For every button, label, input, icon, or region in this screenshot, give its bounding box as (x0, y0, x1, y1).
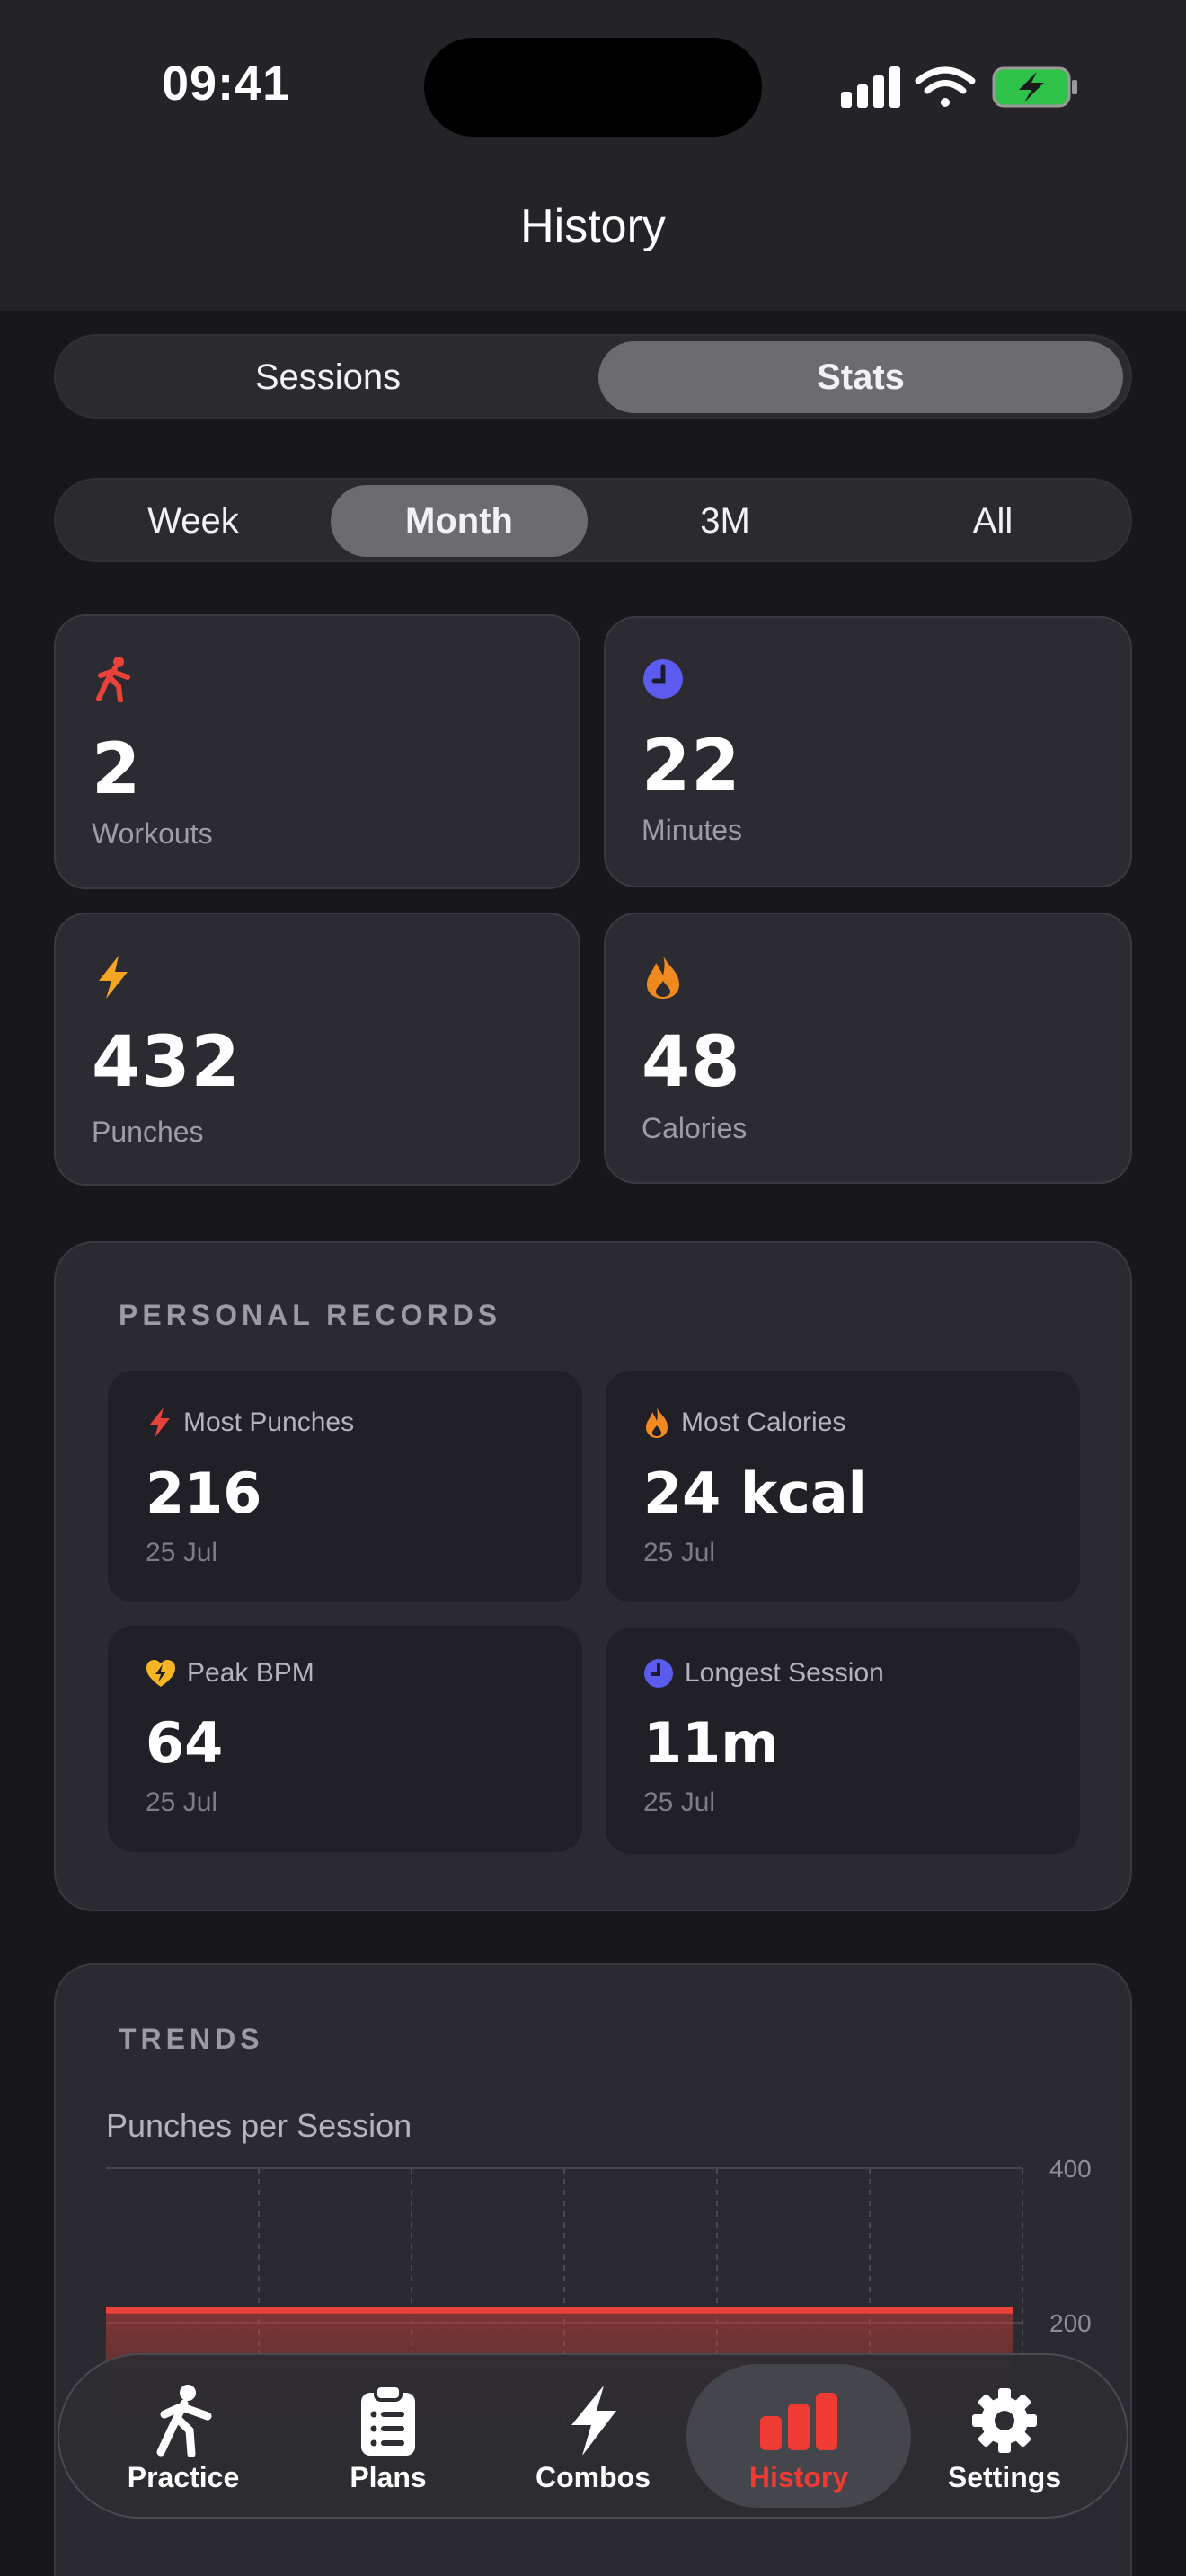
running-figure-icon (156, 2385, 212, 2457)
record-longest-session: Longest Session 11m 25 Jul (606, 1628, 1080, 1854)
section-title: PERSONAL RECORDS (119, 1299, 502, 1331)
y-tick-label: 200 (1049, 2309, 1092, 2337)
tab-practice[interactable]: Practice (84, 2364, 282, 2508)
period-filter: Week Month 3M All (54, 478, 1132, 562)
tab-combos[interactable]: Combos (494, 2364, 692, 2508)
status-time: 09:41 (162, 57, 291, 110)
header: 09:41 History (0, 0, 1186, 311)
wifi-icon (915, 66, 976, 107)
dynamic-island (424, 38, 762, 137)
bar-chart-icon (760, 2393, 837, 2450)
section-title: TRENDS (119, 2023, 264, 2055)
stat-label: Calories (642, 1112, 748, 1144)
period-week[interactable]: Week (63, 485, 323, 557)
view-toggle-stats[interactable]: Stats (598, 341, 1123, 413)
bolt-icon (149, 1407, 170, 1438)
tab-label: Practice (127, 2461, 240, 2493)
bolt-icon (571, 2386, 616, 2456)
record-value: 11m (643, 1710, 779, 1776)
tab-settings[interactable]: Settings (906, 2364, 1103, 2508)
flame-icon (646, 1407, 668, 1438)
record-most-calories: Most Calories 24 kcal 25 Jul (606, 1371, 1080, 1602)
tab-bar: Practice Plans Combos History Settings (58, 2353, 1128, 2519)
stat-card-punches: 432 Punches (54, 913, 580, 1186)
record-label: Most Calories (681, 1407, 846, 1437)
stat-card-workouts: 2 Workouts (54, 614, 580, 889)
record-most-punches: Most Punches 216 25 Jul (108, 1371, 582, 1602)
record-value: 24 kcal (643, 1460, 867, 1526)
gear-icon (972, 2388, 1037, 2453)
record-label: Longest Session (685, 1658, 884, 1688)
stat-value: 22 (642, 726, 741, 807)
battery-charging-icon (992, 66, 1077, 108)
tab-label: Plans (350, 2461, 427, 2493)
chart-title: Punches per Session (106, 2107, 412, 2144)
record-label: Most Punches (183, 1407, 355, 1437)
period-all[interactable]: All (863, 485, 1123, 557)
tab-plans[interactable]: Plans (289, 2364, 487, 2508)
stat-card-calories: 48 Calories (604, 913, 1132, 1184)
personal-records-section: PERSONAL RECORDS Most Punches 216 25 Jul… (54, 1241, 1132, 1911)
record-date: 25 Jul (146, 1538, 218, 1567)
clock-icon (644, 1659, 673, 1688)
tab-history[interactable]: History (686, 2364, 911, 2508)
stat-label: Minutes (642, 814, 743, 846)
status-icons (841, 66, 1077, 108)
tab-label: Settings (947, 2461, 1062, 2493)
flame-icon (647, 956, 679, 999)
record-date: 25 Jul (146, 1787, 218, 1817)
heart-bolt-icon (146, 1660, 175, 1687)
record-peak-bpm: Peak BPM 64 25 Jul (108, 1626, 582, 1852)
page-title: History (520, 200, 666, 252)
record-value: 216 (146, 1460, 262, 1526)
stat-value: 432 (92, 1022, 241, 1103)
clock-icon (643, 659, 683, 699)
clipboard-icon (361, 2384, 415, 2456)
cellular-signal-icon (841, 66, 900, 108)
tab-label: History (748, 2461, 849, 2493)
record-label: Peak BPM (187, 1658, 314, 1688)
bolt-icon (99, 956, 128, 999)
stat-card-minutes: 22 Minutes (604, 616, 1132, 887)
period-3m[interactable]: 3M (595, 485, 855, 557)
period-month[interactable]: Month (331, 485, 588, 557)
stat-label: Punches (92, 1116, 204, 1148)
tab-label: Combos (535, 2461, 651, 2493)
record-value: 64 (146, 1710, 224, 1776)
view-toggle: Sessions Stats (54, 334, 1132, 419)
stat-value: 48 (642, 1022, 741, 1103)
running-figure-icon (96, 657, 130, 702)
stat-value: 2 (92, 729, 142, 810)
record-date: 25 Jul (643, 1787, 716, 1817)
y-tick-label: 400 (1049, 2155, 1092, 2183)
record-date: 25 Jul (643, 1538, 716, 1567)
stat-label: Workouts (92, 817, 213, 850)
view-toggle-sessions[interactable]: Sessions (63, 341, 593, 413)
